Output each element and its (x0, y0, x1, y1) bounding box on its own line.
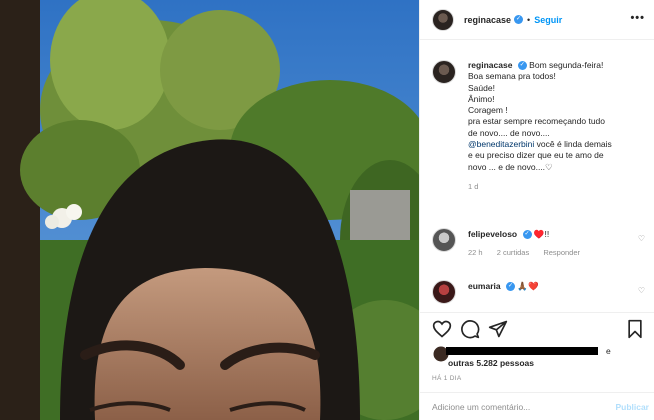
caption-line: e eu preciso dizer que eu te amo de (468, 150, 604, 161)
comment-avatar[interactable] (432, 228, 456, 252)
comment-input[interactable]: Adicione um comentário... (432, 402, 530, 412)
caption-line: Saúde! (468, 82, 495, 93)
caption-username[interactable]: reginacase (468, 60, 512, 70)
post-panel: reginacase ✓ • Seguir ••• reginacase ✓ B… (419, 0, 654, 420)
comments-list[interactable]: reginacase ✓ Bom segunda-feira! Boa sema… (420, 48, 654, 312)
comment-icon[interactable] (460, 319, 480, 339)
caption-line: Coragem ! (468, 105, 508, 116)
post-date: HÁ 1 DIA (432, 375, 462, 382)
likes-connector: e (606, 346, 611, 356)
comment-item: felipeveloso ✓ ♥️!! 22 h 2 curtidas Resp… (432, 228, 647, 257)
separator-dot: • (527, 14, 531, 25)
post-header: reginacase ✓ • Seguir ••• (420, 0, 654, 40)
caption-text: reginacase ✓ Bom segunda-feira! Boa sema… (468, 60, 647, 192)
photo-image (0, 0, 419, 420)
likes-count[interactable]: outras 5.282 pessoas (448, 358, 534, 368)
comment-text: eumaria ✓ 🙏🏾❤️ (468, 280, 647, 292)
caption-line: pra estar sempre recomeçando tudo (468, 116, 606, 127)
action-icons (432, 319, 647, 341)
comment-avatar[interactable] (432, 280, 456, 304)
post-photo[interactable] (0, 0, 419, 420)
comment-text: felipeveloso ✓ ♥️!! (468, 228, 647, 240)
publish-button[interactable]: Publicar (615, 402, 649, 412)
caption-line: de novo.... de novo.... (468, 127, 550, 138)
comment-body: ♥️!! (533, 229, 550, 239)
caption-line: Bom segunda-feira! (529, 60, 604, 70)
post-username[interactable]: reginacase (464, 15, 511, 25)
comment-meta: 22 h 2 curtidas Responder (468, 248, 647, 257)
comment-username[interactable]: eumaria (468, 281, 501, 291)
heart-icon[interactable] (432, 319, 452, 339)
caption-time: 1 d (468, 181, 479, 191)
caption-line: novo ... e de novo....♡ (468, 161, 553, 172)
comment-body: 🙏🏾❤️ (517, 281, 539, 291)
verified-icon: ✓ (517, 61, 527, 71)
verified-icon: ✓ (522, 230, 532, 240)
verified-icon: ✓ (505, 282, 515, 292)
follow-button[interactable]: Seguir (534, 15, 562, 25)
like-comment-icon[interactable]: ♡ (638, 286, 645, 295)
caption-line: Boa semana pra todos! (468, 71, 556, 82)
caption-line: você é linda demais (536, 139, 612, 150)
comment-username[interactable]: felipeveloso (468, 229, 517, 239)
more-options-icon[interactable]: ••• (630, 12, 645, 24)
comment-item: eumaria ✓ 🙏🏾❤️ ♡ (432, 280, 647, 304)
comment-likes[interactable]: 2 curtidas (497, 248, 530, 257)
caption: reginacase ✓ Bom segunda-feira! Boa sema… (432, 60, 647, 192)
reply-button[interactable]: Responder (543, 248, 580, 257)
likes-summary[interactable]: e outras 5.282 pessoas (432, 345, 647, 369)
caption-avatar[interactable] (432, 60, 456, 84)
comment-time: 22 h (468, 248, 483, 257)
redacted-names (446, 347, 598, 355)
verified-icon: ✓ (514, 15, 524, 24)
share-icon[interactable] (488, 319, 508, 339)
mention-link[interactable]: @beneditazerbini (468, 139, 534, 149)
avatar[interactable] (432, 8, 454, 31)
like-comment-icon[interactable]: ♡ (638, 234, 645, 243)
add-comment-bar: Adicione um comentário... Publicar (420, 392, 654, 420)
bookmark-icon[interactable] (625, 319, 645, 339)
caption-line: Ânimo! (468, 93, 495, 104)
